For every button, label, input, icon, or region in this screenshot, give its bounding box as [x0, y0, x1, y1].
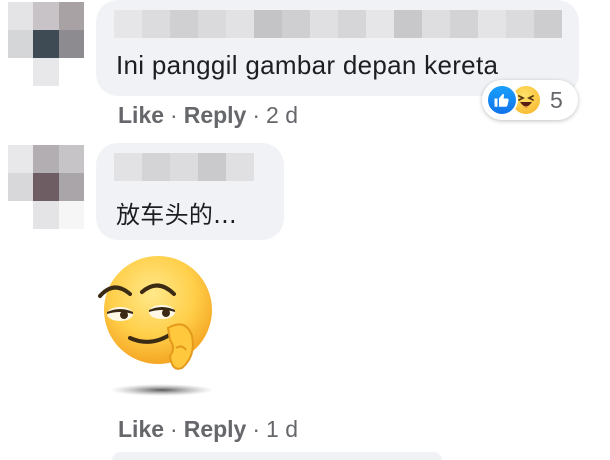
comment-actions: Like · Reply · 1 d: [118, 416, 298, 443]
like-button[interactable]: Like: [118, 102, 164, 129]
comment-actions: Like · Reply · 2 d: [118, 102, 298, 129]
separator: ·: [170, 416, 178, 442]
commenter-name-blurred[interactable]: [114, 153, 254, 181]
comment-bubble: 放车头的...: [96, 143, 284, 240]
timestamp[interactable]: 2 d: [266, 102, 298, 129]
reply-button[interactable]: Reply: [184, 416, 247, 443]
like-icon: [486, 84, 518, 116]
next-comment-bubble-edge: [112, 452, 442, 460]
commenter-avatar[interactable]: [8, 145, 84, 229]
reaction-summary[interactable]: 5: [482, 80, 578, 120]
like-button[interactable]: Like: [118, 416, 164, 443]
reaction-count: 5: [550, 86, 563, 113]
reply-button[interactable]: Reply: [184, 102, 247, 129]
separator: ·: [252, 416, 261, 442]
smirking-face-sticker: [90, 252, 240, 402]
commenter-avatar[interactable]: [8, 2, 84, 86]
timestamp[interactable]: 1 d: [266, 416, 298, 443]
separator: ·: [252, 102, 261, 128]
commenter-name-blurred[interactable]: [114, 10, 562, 38]
comment-text: Ini panggil gambar depan kereta: [116, 50, 499, 80]
comment-text: 放车头的...: [116, 201, 237, 229]
separator: ·: [170, 102, 178, 128]
